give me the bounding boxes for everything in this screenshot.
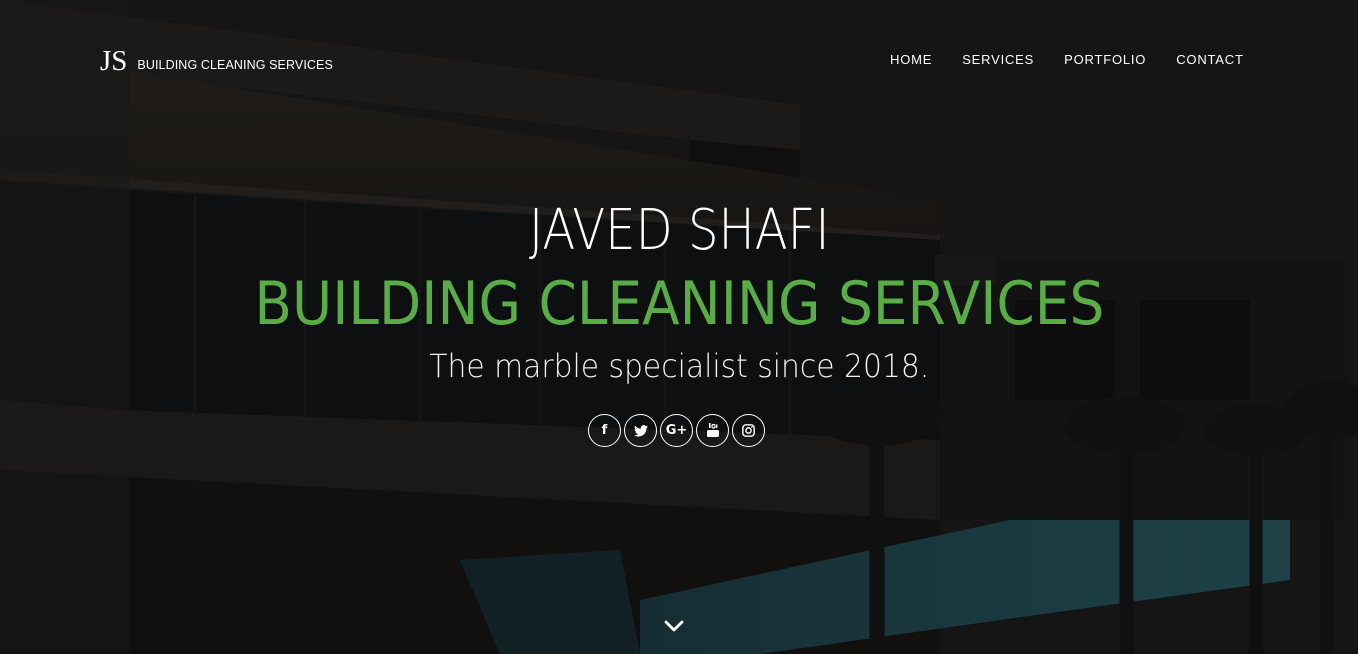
twitter-link[interactable] bbox=[624, 414, 657, 447]
twitter-icon bbox=[633, 424, 648, 437]
nav-item-portfolio[interactable]: PORTFOLIO bbox=[1064, 52, 1146, 67]
logo-mark: JS bbox=[100, 45, 128, 77]
nav-item-home[interactable]: HOME bbox=[890, 52, 932, 67]
main-nav: HOME SERVICES PORTFOLIO CONTACT bbox=[890, 52, 1244, 67]
logo-text: BUILDING CLEANING SERVICES bbox=[137, 58, 333, 72]
facebook-icon: f bbox=[601, 423, 608, 438]
site-logo[interactable]: JS BUILDING CLEANING SERVICES bbox=[100, 46, 333, 76]
hero-tagline: The marble specialist since 2018. bbox=[429, 347, 930, 385]
instagram-icon bbox=[742, 424, 755, 437]
nav-item-services[interactable]: SERVICES bbox=[962, 52, 1034, 67]
hero-section: JS BUILDING CLEANING SERVICES HOME SERVI… bbox=[0, 0, 1358, 654]
instagram-link[interactable] bbox=[732, 414, 765, 447]
nav-item-contact[interactable]: CONTACT bbox=[1176, 52, 1243, 67]
hero-title-name: JAVED SHAFI bbox=[528, 198, 830, 263]
hero-title-service: BUILDING CLEANING SERVICES bbox=[254, 269, 1105, 339]
youtube-link[interactable] bbox=[696, 414, 729, 447]
youtube-icon bbox=[706, 423, 719, 437]
facebook-link[interactable]: f bbox=[588, 414, 621, 447]
google-plus-icon: G+ bbox=[665, 423, 688, 438]
social-links: f G+ bbox=[588, 414, 765, 447]
google-plus-link[interactable]: G+ bbox=[660, 414, 693, 447]
chevron-down-icon[interactable] bbox=[663, 618, 685, 634]
